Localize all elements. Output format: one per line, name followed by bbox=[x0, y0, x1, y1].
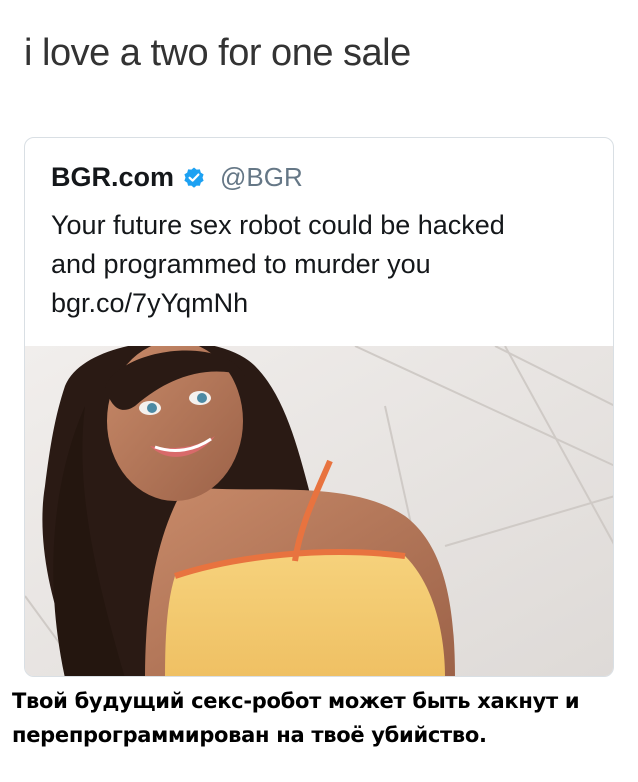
caption-text: i love a two for one sale bbox=[24, 32, 411, 74]
author-handle[interactable]: @BGR bbox=[220, 162, 303, 193]
russian-translation-caption: Твой будущий секс-робот может быть хакну… bbox=[12, 684, 632, 752]
tweet-link[interactable]: bgr.co/7yYqmNh bbox=[51, 284, 611, 323]
tweet-text: Your future sex robot could be hacked an… bbox=[51, 206, 611, 323]
tweet-text-line: Your future sex robot could be hacked bbox=[51, 210, 505, 240]
tweet-text-line: and programmed to murder you bbox=[51, 249, 431, 279]
embedded-tweet-card[interactable]: BGR.com @BGR Your future sex robot could… bbox=[24, 137, 614, 677]
author-name[interactable]: BGR.com bbox=[51, 162, 174, 193]
footer-line: перепрограммирован на твоё убийство. bbox=[12, 723, 487, 747]
footer-line: Твой будущий секс-робот может быть хакну… bbox=[12, 689, 580, 713]
tweet-header: BGR.com @BGR bbox=[51, 162, 303, 193]
tweet-media-image[interactable] bbox=[25, 341, 613, 676]
verified-badge-icon bbox=[182, 166, 206, 190]
